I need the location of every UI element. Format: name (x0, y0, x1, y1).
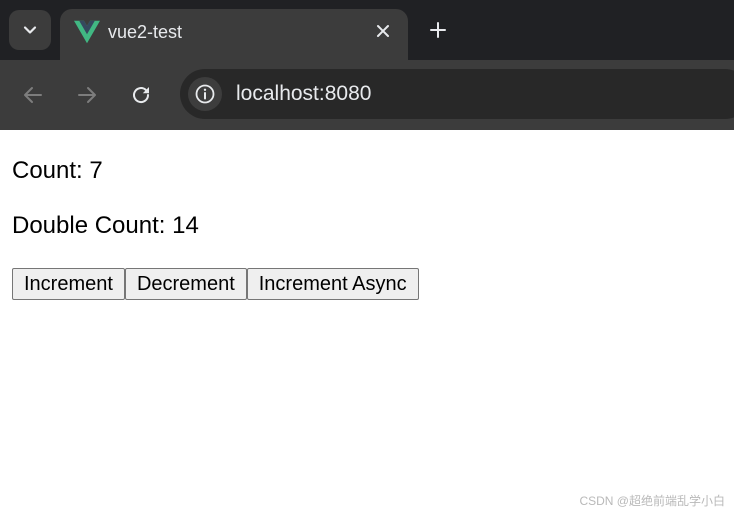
increment-button[interactable]: Increment (12, 268, 125, 300)
tab-active[interactable]: vue2-test (60, 9, 408, 60)
new-tab-button[interactable] (424, 16, 452, 44)
button-group: Increment Decrement Increment Async (12, 268, 419, 300)
reload-button[interactable] (127, 81, 155, 109)
address-bar[interactable]: localhost:8080 (180, 69, 734, 119)
count-text: Count: 7 (12, 157, 103, 184)
site-info-button[interactable] (188, 77, 222, 111)
arrow-right-icon (78, 87, 96, 103)
tab-title: vue2-test (108, 22, 183, 42)
close-icon (377, 25, 389, 37)
decrement-button[interactable]: Decrement (124, 268, 247, 300)
chevron-down-icon (23, 26, 37, 34)
double-count-text: Double Count: 14 (12, 212, 199, 239)
arrow-left-icon (24, 87, 42, 103)
tab-search-button[interactable] (9, 10, 51, 50)
browser-toolbar: localhost:8080 (0, 60, 734, 130)
plus-icon (430, 22, 446, 38)
forward-button[interactable] (73, 81, 101, 109)
back-button[interactable] (19, 81, 47, 109)
tab-close-button[interactable] (372, 20, 394, 42)
reload-icon (133, 87, 150, 104)
watermark: CSDN @超绝前端乱学小白 (579, 494, 725, 508)
increment-async-button[interactable]: Increment Async (246, 268, 419, 300)
info-icon (195, 84, 215, 104)
tab-strip: vue2-test (0, 0, 734, 60)
page-content: Count: 7 Double Count: 14 Increment Decr… (0, 130, 734, 515)
browser-window: vue2-test localhost:8080 Count: 7 Double… (0, 0, 734, 515)
url-text[interactable]: localhost:8080 (236, 82, 371, 106)
vue-logo-icon (74, 20, 100, 44)
